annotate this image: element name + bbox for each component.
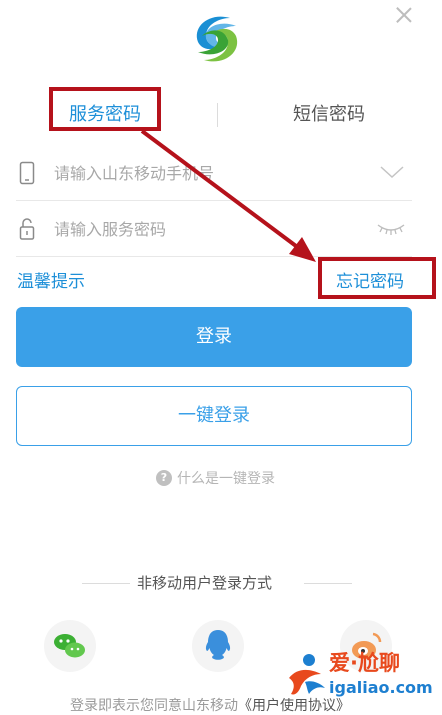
watermark: 爱·尬聊 igaliao.com	[285, 648, 435, 708]
phone-input[interactable]	[54, 157, 374, 189]
question-icon: ?	[156, 470, 172, 486]
divider-right	[304, 583, 352, 584]
qq-icon[interactable]	[192, 620, 244, 672]
one-key-help-label: 什么是一键登录	[177, 471, 275, 487]
other-login-title: 非移动用户登录方式	[137, 574, 273, 592]
close-icon[interactable]	[393, 4, 415, 26]
password-row	[16, 201, 412, 257]
chevron-down-icon[interactable]	[380, 165, 404, 179]
tab-annotation-box	[49, 87, 161, 131]
watermark-title: 爱·尬聊	[329, 651, 400, 675]
one-key-help-link[interactable]: ? 什么是一键登录	[156, 468, 275, 488]
forgot-annotation-box	[318, 257, 436, 299]
tab-divider	[217, 103, 218, 127]
divider-left	[82, 583, 130, 584]
phone-row	[16, 145, 412, 201]
wechat-icon[interactable]	[44, 620, 96, 672]
agreement-prefix: 登录即表示您同意山东移动	[70, 698, 238, 714]
one-key-login-button[interactable]: 一键登录	[16, 386, 412, 446]
eye-closed-icon[interactable]	[376, 221, 406, 237]
lock-icon	[19, 218, 35, 240]
tab-sms-password[interactable]: 短信密码	[274, 100, 384, 130]
china-mobile-logo	[196, 16, 238, 62]
phone-icon	[19, 161, 35, 185]
login-button[interactable]: 登录	[16, 307, 412, 367]
password-input[interactable]	[54, 213, 374, 245]
tips-link[interactable]: 温馨提示	[17, 270, 85, 294]
watermark-logo-icon	[289, 654, 325, 695]
watermark-url: igaliao.com	[329, 678, 433, 697]
